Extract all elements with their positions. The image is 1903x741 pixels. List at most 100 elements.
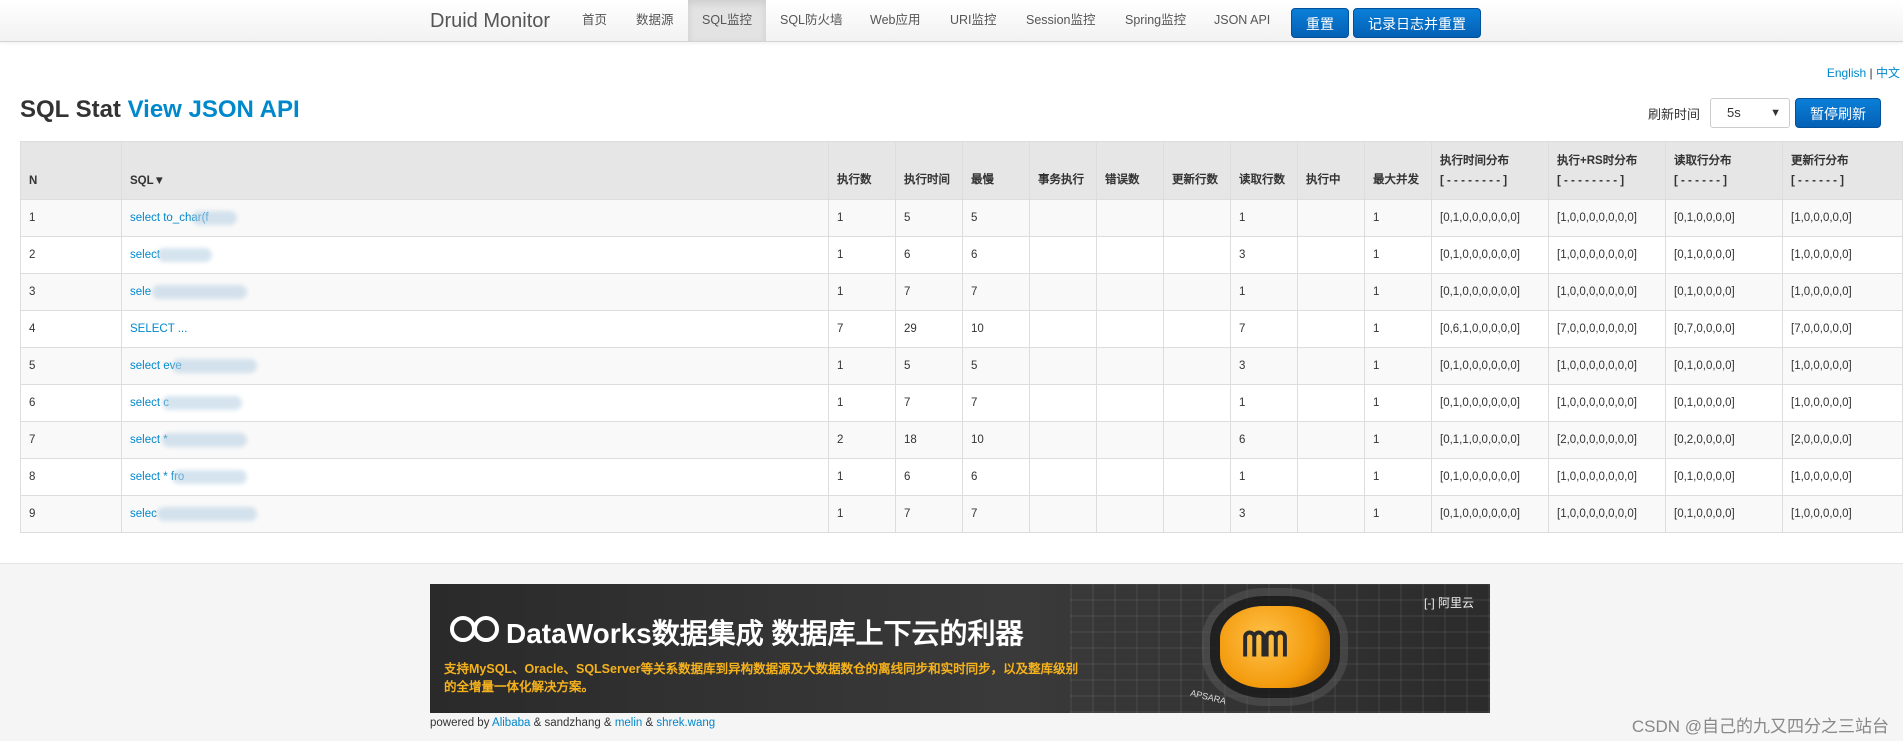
- redaction-blur: [157, 248, 212, 262]
- brand-title[interactable]: Druid Monitor: [430, 10, 550, 33]
- sql-link[interactable]: SELECT ...: [121, 310, 829, 348]
- nav-item-home[interactable]: 首页: [568, 0, 621, 41]
- cell-errors: [1096, 199, 1164, 237]
- cell-slowest: 5: [962, 199, 1030, 237]
- nav-item-sql-firewall[interactable]: SQL防火墙: [766, 0, 857, 41]
- cell-slowest: 7: [962, 384, 1030, 422]
- table-row: 9 selec 1 7 7 3 1 [0,1,0,0,0,0,0,0] [1,0,0,0,0,0…: [20, 495, 1903, 533]
- language-switch: English | 中文: [1827, 64, 1900, 81]
- reset-button[interactable]: 重置: [1291, 8, 1349, 38]
- column-header-slowest[interactable]: 最慢: [962, 141, 1030, 200]
- redaction-blur: [157, 507, 257, 521]
- cell-max-concurrency: 1: [1364, 347, 1432, 385]
- dist-sub: [ - - - - - - - - ]: [1557, 174, 1625, 187]
- dataworks-ad-banner[interactable]: ᗰᗰ DataWorks数据集成 数据库上下云的利器 支持MySQL、Oracl…: [430, 584, 1490, 713]
- cell-running: [1297, 495, 1365, 533]
- sql-link[interactable]: select *: [121, 421, 829, 459]
- shrek-wang-link[interactable]: shrek.wang: [656, 717, 715, 729]
- cell-slowest: 6: [962, 236, 1030, 274]
- column-header-errors[interactable]: 错误数: [1096, 141, 1164, 200]
- nav-item-uri-monitor[interactable]: URI监控: [936, 0, 1011, 41]
- powered-by-label: powered by: [430, 717, 490, 729]
- column-header-max-concurrency[interactable]: 最大并发: [1364, 141, 1432, 200]
- cell-exec-rs-dist: [1,0,0,0,0,0,0,0]: [1548, 236, 1666, 274]
- sql-link[interactable]: select * fro: [121, 458, 829, 496]
- nav-item-spring-monitor[interactable]: Spring监控: [1111, 0, 1200, 41]
- column-header-read-row-dist[interactable]: 读取行分布 [ - - - - - - ]: [1665, 141, 1783, 200]
- cell-exec-count: 1: [828, 273, 896, 311]
- nav-item-datasource[interactable]: 数据源: [622, 0, 688, 41]
- cell-exec-count: 1: [828, 495, 896, 533]
- cell-errors: [1096, 421, 1164, 459]
- cell-max-concurrency: 1: [1364, 384, 1432, 422]
- dist-label: 读取行分布: [1674, 154, 1732, 167]
- powered-by: powered by Alibaba & sandzhang & melin &…: [430, 717, 715, 729]
- cell-tx-exec: [1029, 347, 1097, 385]
- cell-slowest: 7: [962, 495, 1030, 533]
- english-link[interactable]: English: [1827, 66, 1866, 80]
- cell-update-row-dist: [1,0,0,0,0,0]: [1782, 199, 1903, 237]
- csdn-watermark: CSDN @自己的九又四分之三站台: [1631, 717, 1889, 736]
- powered-by-separator: &: [642, 717, 657, 729]
- cell-exec-time: 6: [895, 458, 963, 496]
- log-and-reset-button[interactable]: 记录日志并重置: [1353, 8, 1481, 38]
- melin-link[interactable]: melin: [615, 717, 642, 729]
- cell-exec-rs-dist: [1,0,0,0,0,0,0,0]: [1548, 199, 1666, 237]
- cell-exec-count: 1: [828, 347, 896, 385]
- sql-link[interactable]: select to_char(f: [121, 199, 829, 237]
- nav-item-json-api[interactable]: JSON API: [1200, 0, 1284, 41]
- cell-read-rows: 1: [1230, 384, 1298, 422]
- refresh-interval-select[interactable]: 5s ▼: [1710, 98, 1790, 128]
- column-header-exec-time-dist[interactable]: 执行时间分布 [ - - - - - - - - ]: [1431, 141, 1549, 200]
- sql-link[interactable]: sele: [121, 273, 829, 311]
- chinese-link[interactable]: 中文: [1876, 66, 1900, 80]
- cell-slowest: 7: [962, 273, 1030, 311]
- column-header-exec-rs-dist[interactable]: 执行+RS时分布 [ - - - - - - - - ]: [1548, 141, 1666, 200]
- cell-exec-time-dist: [0,1,0,0,0,0,0,0]: [1431, 199, 1549, 237]
- sql-link[interactable]: selec: [121, 495, 829, 533]
- cell-exec-count: 1: [828, 458, 896, 496]
- column-header-update-row-dist[interactable]: 更新行分布 [ - - - - - - ]: [1782, 141, 1903, 200]
- cell-max-concurrency: 1: [1364, 273, 1432, 311]
- column-header-n[interactable]: N: [20, 141, 122, 200]
- cell-exec-time-dist: [0,1,0,0,0,0,0,0]: [1431, 273, 1549, 311]
- column-header-exec-time[interactable]: 执行时间: [895, 141, 963, 200]
- cell-slowest: 5: [962, 347, 1030, 385]
- cell-exec-rs-dist: [1,0,0,0,0,0,0,0]: [1548, 347, 1666, 385]
- table-row: 3 sele 1 7 7 1 1 [0,1,0,0,0,0,0,0] [1,0,0,0,0,0,…: [20, 273, 1903, 311]
- cell-errors: [1096, 273, 1164, 311]
- cell-running: [1297, 458, 1365, 496]
- column-header-updated-rows[interactable]: 更新行数: [1163, 141, 1231, 200]
- alibaba-link[interactable]: Alibaba: [492, 717, 530, 729]
- cell-tx-exec: [1029, 199, 1097, 237]
- cell-exec-rs-dist: [7,0,0,0,0,0,0,0]: [1548, 310, 1666, 348]
- dist-label: 执行时间分布: [1440, 154, 1509, 167]
- nav-item-session-monitor[interactable]: Session监控: [1012, 0, 1109, 41]
- cell-update-row-dist: [1,0,0,0,0,0]: [1782, 458, 1903, 496]
- cell-read-rows: 6: [1230, 421, 1298, 459]
- column-header-exec-count[interactable]: 执行数: [828, 141, 896, 200]
- pause-refresh-button[interactable]: 暂停刷新: [1795, 98, 1881, 128]
- sql-link[interactable]: select eve: [121, 347, 829, 385]
- nav-item-web-app[interactable]: Web应用: [856, 0, 934, 41]
- cell-read-rows: 3: [1230, 236, 1298, 274]
- column-header-read-rows[interactable]: 读取行数: [1230, 141, 1298, 200]
- cell-exec-count: 7: [828, 310, 896, 348]
- cell-updated-rows: [1163, 495, 1231, 533]
- nav-item-sql-monitor[interactable]: SQL监控: [688, 0, 767, 41]
- cell-max-concurrency: 1: [1364, 199, 1432, 237]
- sql-link[interactable]: select: [121, 236, 829, 274]
- cell-exec-time: 5: [895, 199, 963, 237]
- column-header-tx-exec[interactable]: 事务执行: [1029, 141, 1097, 200]
- sql-link[interactable]: select c: [121, 384, 829, 422]
- view-json-api-link[interactable]: View JSON API: [128, 96, 300, 123]
- dist-sub: [ - - - - - - - - ]: [1440, 174, 1508, 187]
- table-header-row: N SQL▼ 执行数 执行时间 最慢 事务执行 错误数 更新行数 读取行数 执行…: [20, 141, 1903, 200]
- cell-exec-count: 1: [828, 236, 896, 274]
- cell-running: [1297, 384, 1365, 422]
- cell-read-row-dist: [0,1,0,0,0,0]: [1665, 384, 1783, 422]
- column-header-sql[interactable]: SQL▼: [121, 141, 829, 200]
- cell-running: [1297, 310, 1365, 348]
- cell-updated-rows: [1163, 310, 1231, 348]
- column-header-running[interactable]: 执行中: [1297, 141, 1365, 200]
